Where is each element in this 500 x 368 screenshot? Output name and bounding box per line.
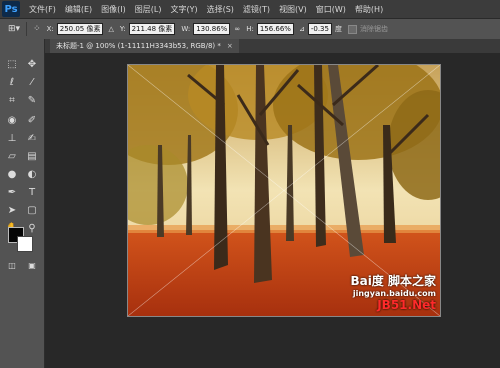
transform-tool-icon[interactable]: ⊞▾ — [8, 24, 20, 34]
photoshop-logo: Ps — [2, 1, 20, 17]
x-label: X: — [46, 25, 54, 33]
menu-layer[interactable]: 图层(L) — [135, 4, 162, 15]
link-icon[interactable]: ∞ — [234, 25, 240, 33]
width-field[interactable]: 130.86% — [193, 23, 231, 35]
document-tab-bar: 未标题-1 @ 100% (1-11111H3343b53, RGB/8) * × — [44, 39, 500, 53]
lasso-icon[interactable]: ℓ — [3, 74, 21, 90]
document-tab[interactable]: 未标题-1 @ 100% (1-11111H3343b53, RGB/8) * × — [50, 39, 239, 53]
anti-alias-label: 消除锯齿 — [359, 25, 388, 33]
height-field[interactable]: 156.66% — [256, 23, 294, 35]
angle-icon: ⊿ — [298, 25, 305, 33]
watermark: Bai度 脚本之家 jingyan.baidu.com JB51.Net — [350, 272, 436, 312]
divider — [26, 22, 28, 36]
menu-type[interactable]: 文字(Y) — [170, 4, 197, 15]
w-label: W: — [181, 25, 191, 33]
menu-view[interactable]: 视图(V) — [279, 4, 307, 15]
delta-icon: △ — [108, 25, 114, 33]
menu-window[interactable]: 窗口(W) — [316, 4, 346, 15]
document-image[interactable]: Bai度 脚本之家 jingyan.baidu.com JB51.Net — [127, 64, 441, 317]
close-icon[interactable]: × — [227, 42, 233, 50]
document-tab-title: 未标题-1 @ 100% (1-11111H3343b53, RGB/8) * — [56, 42, 221, 50]
menu-edit[interactable]: 编辑(E) — [65, 4, 92, 15]
y-label: Y: — [119, 25, 126, 33]
x-field[interactable]: 250.05 像素 — [56, 23, 104, 35]
eyedropper-icon[interactable]: ✎ — [23, 92, 41, 108]
eraser-icon[interactable]: ▱ — [3, 148, 21, 164]
watermark-line1: Bai度 脚本之家 — [350, 274, 436, 288]
shape-icon[interactable]: ▢ — [23, 202, 41, 218]
history-brush-icon[interactable]: ✍ — [23, 130, 41, 146]
background-color-swatch[interactable] — [17, 236, 33, 252]
move-icon[interactable]: ✥ — [23, 56, 41, 72]
menu-filter[interactable]: 滤镜(T) — [243, 4, 270, 15]
path-select-icon[interactable]: ➤ — [3, 202, 21, 218]
watermark-line3: JB51.Net — [377, 298, 436, 312]
menu-help[interactable]: 帮助(H) — [355, 4, 383, 15]
dodge-icon[interactable]: ◐ — [23, 166, 41, 182]
zoom-icon[interactable]: ⚲ — [23, 220, 41, 236]
type-icon[interactable]: T — [23, 184, 41, 200]
menu-select[interactable]: 选择(S) — [207, 4, 234, 15]
screen-mode-icon[interactable]: ▣ — [23, 257, 41, 273]
watermark-line2: jingyan.baidu.com — [352, 289, 436, 298]
menu-bar: Ps 文件(F) 编辑(E) 图像(I) 图层(L) 文字(Y) 选择(S) 滤… — [0, 0, 500, 18]
pen-icon[interactable]: ✒ — [3, 184, 21, 200]
magic-wand-icon[interactable]: ⁄ — [23, 74, 41, 90]
brush-icon[interactable]: ✐ — [23, 112, 41, 128]
reference-point-icon[interactable]: ⁘ — [33, 24, 41, 34]
y-field[interactable]: 211.48 像素 — [128, 23, 176, 35]
menu-image[interactable]: 图像(I) — [101, 4, 126, 15]
quick-mask-icon[interactable]: ◫ — [3, 257, 21, 273]
angle-unit: 度 — [334, 25, 342, 33]
blur-icon[interactable]: ● — [3, 166, 21, 182]
crop-icon[interactable]: ⌗ — [3, 92, 21, 108]
clone-stamp-icon[interactable]: ⊥ — [3, 130, 21, 146]
h-label: H: — [246, 25, 254, 33]
menu-file[interactable]: 文件(F) — [29, 4, 56, 15]
anti-alias-checkbox[interactable] — [347, 24, 357, 34]
tools-panel: ⬚ ✥ ℓ ⁄ ⌗ ✎ ◉ ✐ ⊥ ✍ ▱ ▤ ● ◐ ✒ T ➤ ▢ ✋ ⚲ … — [0, 39, 45, 368]
options-bar: ⊞▾ ⁘ X: 250.05 像素 △ Y: 211.48 像素 W: 130.… — [0, 18, 500, 40]
gradient-icon[interactable]: ▤ — [23, 148, 41, 164]
marquee-icon[interactable]: ⬚ — [3, 56, 21, 72]
angle-field[interactable]: -0.35 — [307, 23, 332, 35]
healing-brush-icon[interactable]: ◉ — [3, 112, 21, 128]
